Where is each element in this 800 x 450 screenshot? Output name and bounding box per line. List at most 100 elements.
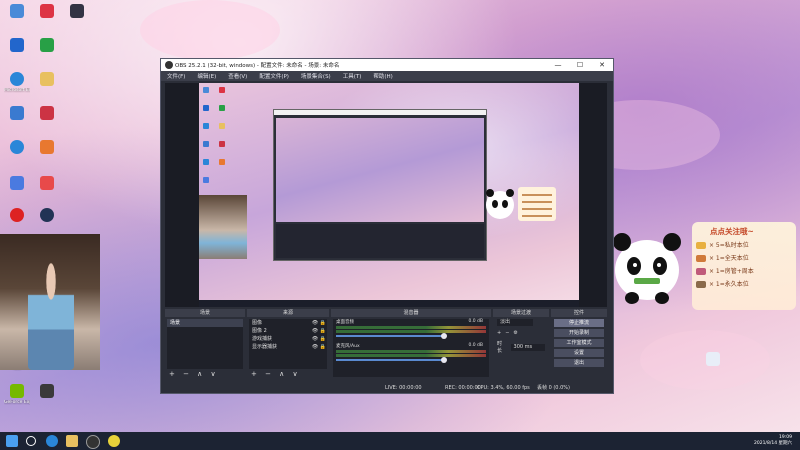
transitions-dock: 场景过渡 淡出 + − ⚙ 时长 300 ms xyxy=(493,309,549,379)
menu-help[interactable]: 帮助(H) xyxy=(367,72,398,80)
menu-file[interactable]: 文件(F) xyxy=(161,72,191,80)
panda-icon xyxy=(613,233,681,304)
preview-nested-titlebar xyxy=(274,110,486,115)
sources-toolbar[interactable]: + − ∧ ∨ xyxy=(251,370,301,378)
close-button[interactable]: ✕ xyxy=(591,59,613,71)
preview-icon xyxy=(203,159,209,165)
search-icon[interactable] xyxy=(26,436,36,446)
desktop-icon[interactable] xyxy=(4,4,30,20)
studio-mode-button[interactable]: 工作室模式 xyxy=(554,339,604,347)
wallpaper-petal xyxy=(140,0,280,60)
mixer-dock: 混音器 桌面音频 0.0 dB 麦克风/Aux 0.0 dB xyxy=(331,309,491,379)
lock-icon[interactable]: 🔒 xyxy=(319,335,327,343)
source-item[interactable]: 图像 👁 🔒 xyxy=(249,319,327,327)
volume-slider[interactable] xyxy=(336,357,447,363)
mixer-track-db: 0.0 dB xyxy=(468,319,483,324)
desktop-icon[interactable]: Microsoft Edge xyxy=(4,72,30,93)
mixer-track: 桌面音频 0.0 dB xyxy=(333,319,489,343)
desktop-icon[interactable] xyxy=(34,208,60,224)
gear-icon[interactable]: ⚙ xyxy=(513,330,517,336)
duration-input[interactable]: 300 ms xyxy=(510,343,545,351)
mixer-track-db: 0.0 dB xyxy=(468,343,483,348)
desktop-icon[interactable] xyxy=(34,38,60,54)
obs-window[interactable]: OBS 25.2.1 (32-bit, windows) - 配置文件: 未命名… xyxy=(160,58,614,394)
cpu-fps: CPU: 3.4%, 60.00 fps xyxy=(477,385,530,391)
remove-transition-button[interactable]: − xyxy=(505,330,509,336)
controls-dock: 控件 停止推流 开始录制 工作室模式 设置 退出 xyxy=(551,309,607,379)
transition-buttons: + − ⚙ xyxy=(493,328,549,338)
lock-icon[interactable]: 🔒 xyxy=(319,343,327,351)
status-bar: LIVE: 00:00:00 REC: 00:00:00 CPU: 3.4%, … xyxy=(161,383,613,393)
source-item[interactable]: 显示器捕获 👁 🔒 xyxy=(249,343,327,351)
eye-icon[interactable]: 👁 xyxy=(311,335,319,343)
menu-tools[interactable]: 工具(T) xyxy=(337,72,368,80)
desktop-icon[interactable] xyxy=(34,106,60,122)
volume-meter xyxy=(336,330,486,333)
eye-icon[interactable]: 👁 xyxy=(311,327,319,335)
scene-item[interactable]: 场景 xyxy=(167,319,243,327)
desktop-icon[interactable] xyxy=(64,4,90,20)
desktop-icon[interactable] xyxy=(34,384,60,400)
settings-button[interactable]: 设置 xyxy=(554,349,604,357)
stop-streaming-button[interactable]: 停止推流 xyxy=(554,319,604,327)
desktop-icon[interactable] xyxy=(4,176,30,192)
start-recording-button[interactable]: 开始录制 xyxy=(554,329,604,337)
menu-edit[interactable]: 编辑(E) xyxy=(191,72,222,80)
preview-nested-docks xyxy=(276,224,484,258)
source-name: 游戏捕获 xyxy=(252,336,273,342)
windows-start-icon[interactable] xyxy=(6,435,18,447)
menu-view[interactable]: 查看(V) xyxy=(222,72,253,80)
desktop-icon[interactable] xyxy=(34,4,60,20)
transition-select[interactable]: 淡出 xyxy=(497,319,533,326)
sticker-item: × 1=全天本位 xyxy=(692,252,796,265)
preview-nested-obs xyxy=(273,109,487,261)
app-icon[interactable] xyxy=(108,435,120,447)
source-item[interactable]: 图像 2 👁 🔒 xyxy=(249,327,327,335)
desktop-icon[interactable] xyxy=(4,106,30,122)
sources-list: 图像 👁 🔒 图像 2 👁 🔒 游戏捕获 👁 🔒 显示器捕获 👁 🔒 xyxy=(249,319,327,369)
folder-icon[interactable] xyxy=(66,435,78,447)
preview-area[interactable] xyxy=(165,83,607,307)
sticker-item: × 1=永久本位 xyxy=(692,278,796,291)
duration-label: 时长 xyxy=(497,341,503,354)
preview-icon xyxy=(219,159,225,165)
desktop-icon[interactable] xyxy=(4,208,30,224)
desktop-icon[interactable] xyxy=(34,72,60,88)
desktop-icon[interactable] xyxy=(34,176,60,192)
lock-icon[interactable]: 🔒 xyxy=(319,327,327,335)
system-tray[interactable]: 19:09 2021/8/14 星期六 xyxy=(754,432,792,450)
scenes-toolbar[interactable]: + − ∧ ∨ xyxy=(169,370,219,378)
maximize-button[interactable]: ☐ xyxy=(569,59,591,71)
app-icon xyxy=(40,140,54,154)
add-transition-button[interactable]: + xyxy=(497,330,501,336)
window-title: OBS 25.2.1 (32-bit, windows) - 配置文件: 未命名… xyxy=(175,63,340,69)
mixer-track-name: 麦克风/Aux xyxy=(336,344,360,349)
mixer-track: 麦克风/Aux 0.0 dB xyxy=(333,343,489,367)
desktop-icon[interactable] xyxy=(4,38,30,54)
menu-profile[interactable]: 配置文件(P) xyxy=(253,72,295,80)
desktop-icon-label: GeForce Experience xyxy=(4,400,30,405)
eye-icon[interactable]: 👁 xyxy=(311,343,319,351)
desktop-icon[interactable] xyxy=(34,140,60,156)
desktop-icon[interactable] xyxy=(700,352,726,368)
minimize-button[interactable]: — xyxy=(547,59,569,71)
eye-icon[interactable]: 👁 xyxy=(311,319,319,327)
app-icon xyxy=(40,106,54,120)
obs-icon[interactable] xyxy=(86,435,100,449)
volume-slider[interactable] xyxy=(336,333,447,339)
gift-icon xyxy=(696,242,706,249)
dock-area: 场景 场景 + − ∧ ∨ 来源 图像 👁 🔒 图像 2 👁 🔒 游戏捕获 👁 🔒 显示器捕… xyxy=(165,309,607,379)
desktop-icon[interactable]: GeForce Experience xyxy=(4,384,30,405)
app-icon xyxy=(40,4,54,18)
volume-meter xyxy=(336,326,486,329)
source-item[interactable]: 游戏捕获 👁 🔒 xyxy=(249,335,327,343)
lock-icon[interactable]: 🔒 xyxy=(319,319,327,327)
preview-icon xyxy=(203,177,209,183)
preview-icon xyxy=(203,141,209,147)
title-bar[interactable]: OBS 25.2.1 (32-bit, windows) - 配置文件: 未命名… xyxy=(161,59,613,71)
source-name: 图像 xyxy=(252,320,263,326)
menu-scene-collection[interactable]: 场景集合(S) xyxy=(295,72,337,80)
edge-icon[interactable] xyxy=(46,435,58,447)
exit-button[interactable]: 退出 xyxy=(554,359,604,367)
desktop-icon[interactable] xyxy=(4,140,30,156)
